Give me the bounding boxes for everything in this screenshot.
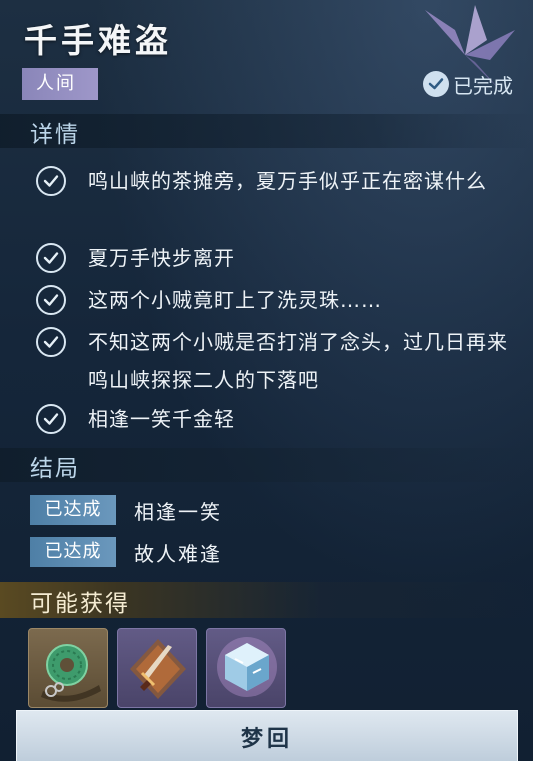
rewards-title: 可能获得 <box>30 591 130 617</box>
ice-crystal-cube-icon <box>217 637 277 697</box>
details-title: 详情 <box>30 122 80 148</box>
detail-item: 鸣山峡的茶摊旁，夏万手似乎正在密谋什么 <box>36 166 508 200</box>
detail-text: 夏万手快步离开 <box>88 246 235 270</box>
check-circle-icon <box>36 327 66 357</box>
checkmark-badge-icon <box>423 71 449 97</box>
status-label: 已完成 <box>453 73 513 98</box>
ending-row: 已达成 故人难逢 <box>30 537 222 567</box>
endings-title: 结局 <box>30 456 80 482</box>
reward-item-dagger[interactable] <box>117 628 197 708</box>
dagger-icon <box>130 639 186 699</box>
detail-item: 这两个小贼竟盯上了洗灵珠…… <box>36 285 508 319</box>
detail-item: 相逢一笑千金轻 <box>36 404 508 438</box>
ending-name: 故人难逢 <box>134 541 222 566</box>
check-circle-icon <box>36 243 66 273</box>
dream-replay-button[interactable]: 梦回 <box>16 710 518 761</box>
detail-text: 相逢一笑千金轻 <box>88 407 235 431</box>
detail-text: 鸣山峡的茶摊旁，夏万手似乎正在密谋什么 <box>88 169 487 193</box>
ending-name: 相逢一笑 <box>134 499 222 524</box>
ending-achieved-badge: 已达成 <box>30 495 116 525</box>
check-circle-icon <box>36 404 66 434</box>
realm-tag: 人间 <box>22 68 98 100</box>
detail-item: 不知这两个小贼是否打消了念头，过几日再来鸣山峡探探二人的下落吧 <box>36 327 508 399</box>
ending-achieved-badge: 已达成 <box>30 537 116 567</box>
detail-text: 不知这两个小贼是否打消了念头，过几日再来鸣山峡探探二人的下落吧 <box>88 330 508 392</box>
reward-item-jade-pendant[interactable] <box>28 628 108 708</box>
detail-item: 夏万手快步离开 <box>36 243 508 277</box>
ending-row: 已达成 相逢一笑 <box>30 495 222 525</box>
jade-pendant-icon <box>41 644 101 702</box>
completion-status: 已完成 <box>423 68 513 100</box>
quest-panel: 千手难盗 人间 已完成 详情 鸣山峡的茶摊旁，夏万手似乎正在密谋什么 夏万手快步… <box>0 0 533 761</box>
check-circle-icon <box>36 285 66 315</box>
check-circle-icon <box>36 166 66 196</box>
quest-title: 千手难盗 <box>24 21 172 60</box>
reward-item-ice-crystal-cube[interactable] <box>206 628 286 708</box>
detail-text: 这两个小贼竟盯上了洗灵珠…… <box>88 288 382 312</box>
